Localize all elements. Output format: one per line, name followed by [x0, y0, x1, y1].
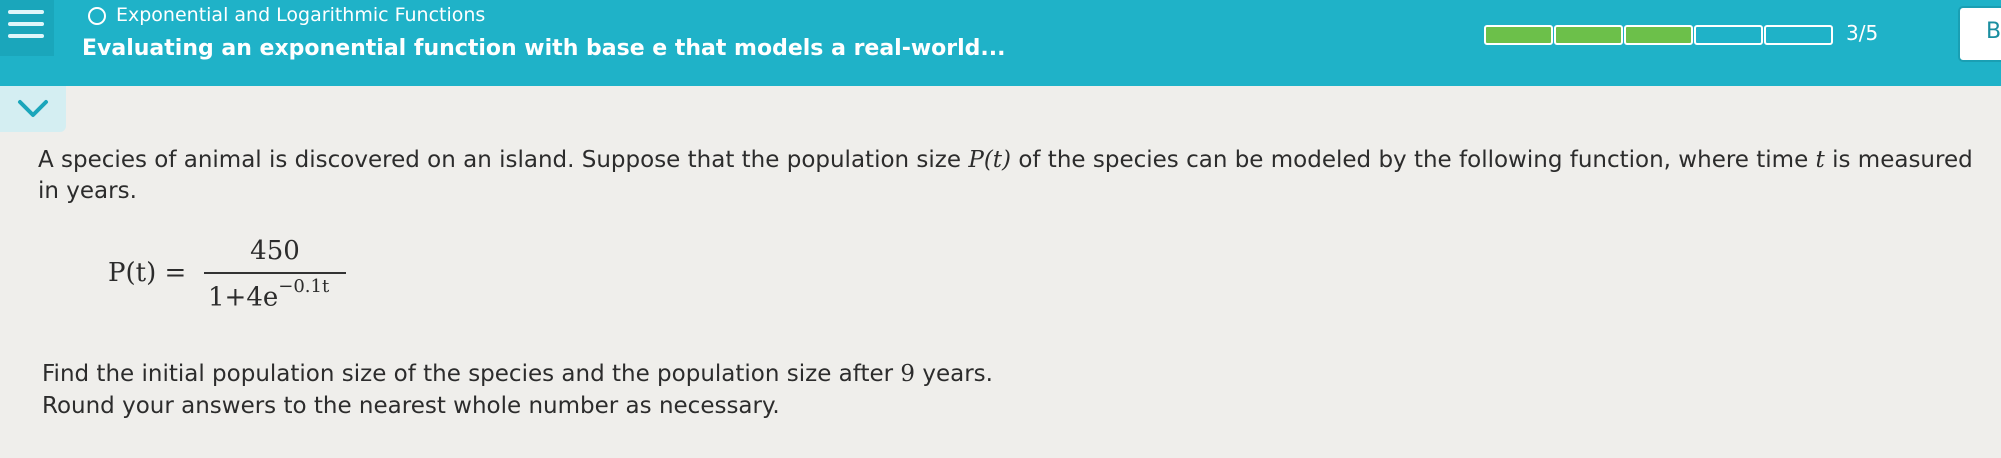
- time-variable: t: [1815, 147, 1825, 173]
- function-variable: (t): [983, 147, 1012, 173]
- formula-lhs: P(t) =: [108, 258, 187, 288]
- progress-segment: [1484, 25, 1553, 45]
- progress-segment: [1554, 25, 1623, 45]
- problem-statement: A species of animal is discovered on an …: [38, 145, 1978, 207]
- top-bar: Exponential and Logarithmic Functions Ev…: [0, 0, 2001, 86]
- function-name: P: [968, 147, 984, 173]
- intro-text-2: of the species can be modeled by the fol…: [1011, 147, 1816, 173]
- fraction-bar: [204, 272, 346, 274]
- denominator-exponent: −0.1t: [278, 276, 330, 297]
- formula-denominator: 1+4e−0.1t: [208, 276, 329, 313]
- formula-numerator: 450: [250, 236, 300, 266]
- intro-text-1: A species of animal is discovered on an …: [38, 147, 969, 173]
- chevron-down-icon: [18, 100, 48, 117]
- lesson-title: Evaluating an exponential function with …: [82, 36, 1006, 61]
- topic-title: Exponential and Logarithmic Functions: [116, 4, 486, 26]
- denominator-base: 1+4e: [208, 282, 279, 313]
- progress-segment: [1624, 25, 1693, 45]
- side-tab-label: B: [1986, 19, 2001, 44]
- progress-segment: [1764, 25, 1833, 45]
- question-years: 9: [900, 361, 916, 387]
- side-tab-button[interactable]: B: [1958, 6, 2001, 62]
- progress-count: 3/5: [1846, 21, 1879, 45]
- question-text: Find the initial population size of the …: [42, 358, 993, 422]
- question-text-2: years.: [915, 361, 993, 387]
- round-instruction: Round your answers to the nearest whole …: [42, 393, 780, 419]
- question-line: Find the initial population size of the …: [42, 358, 993, 390]
- circle-outline-icon: [88, 7, 106, 25]
- question-text-1: Find the initial population size of the …: [42, 361, 901, 387]
- progress-segment: [1694, 25, 1763, 45]
- collapse-button[interactable]: [0, 86, 66, 132]
- hamburger-menu-icon[interactable]: [0, 0, 54, 56]
